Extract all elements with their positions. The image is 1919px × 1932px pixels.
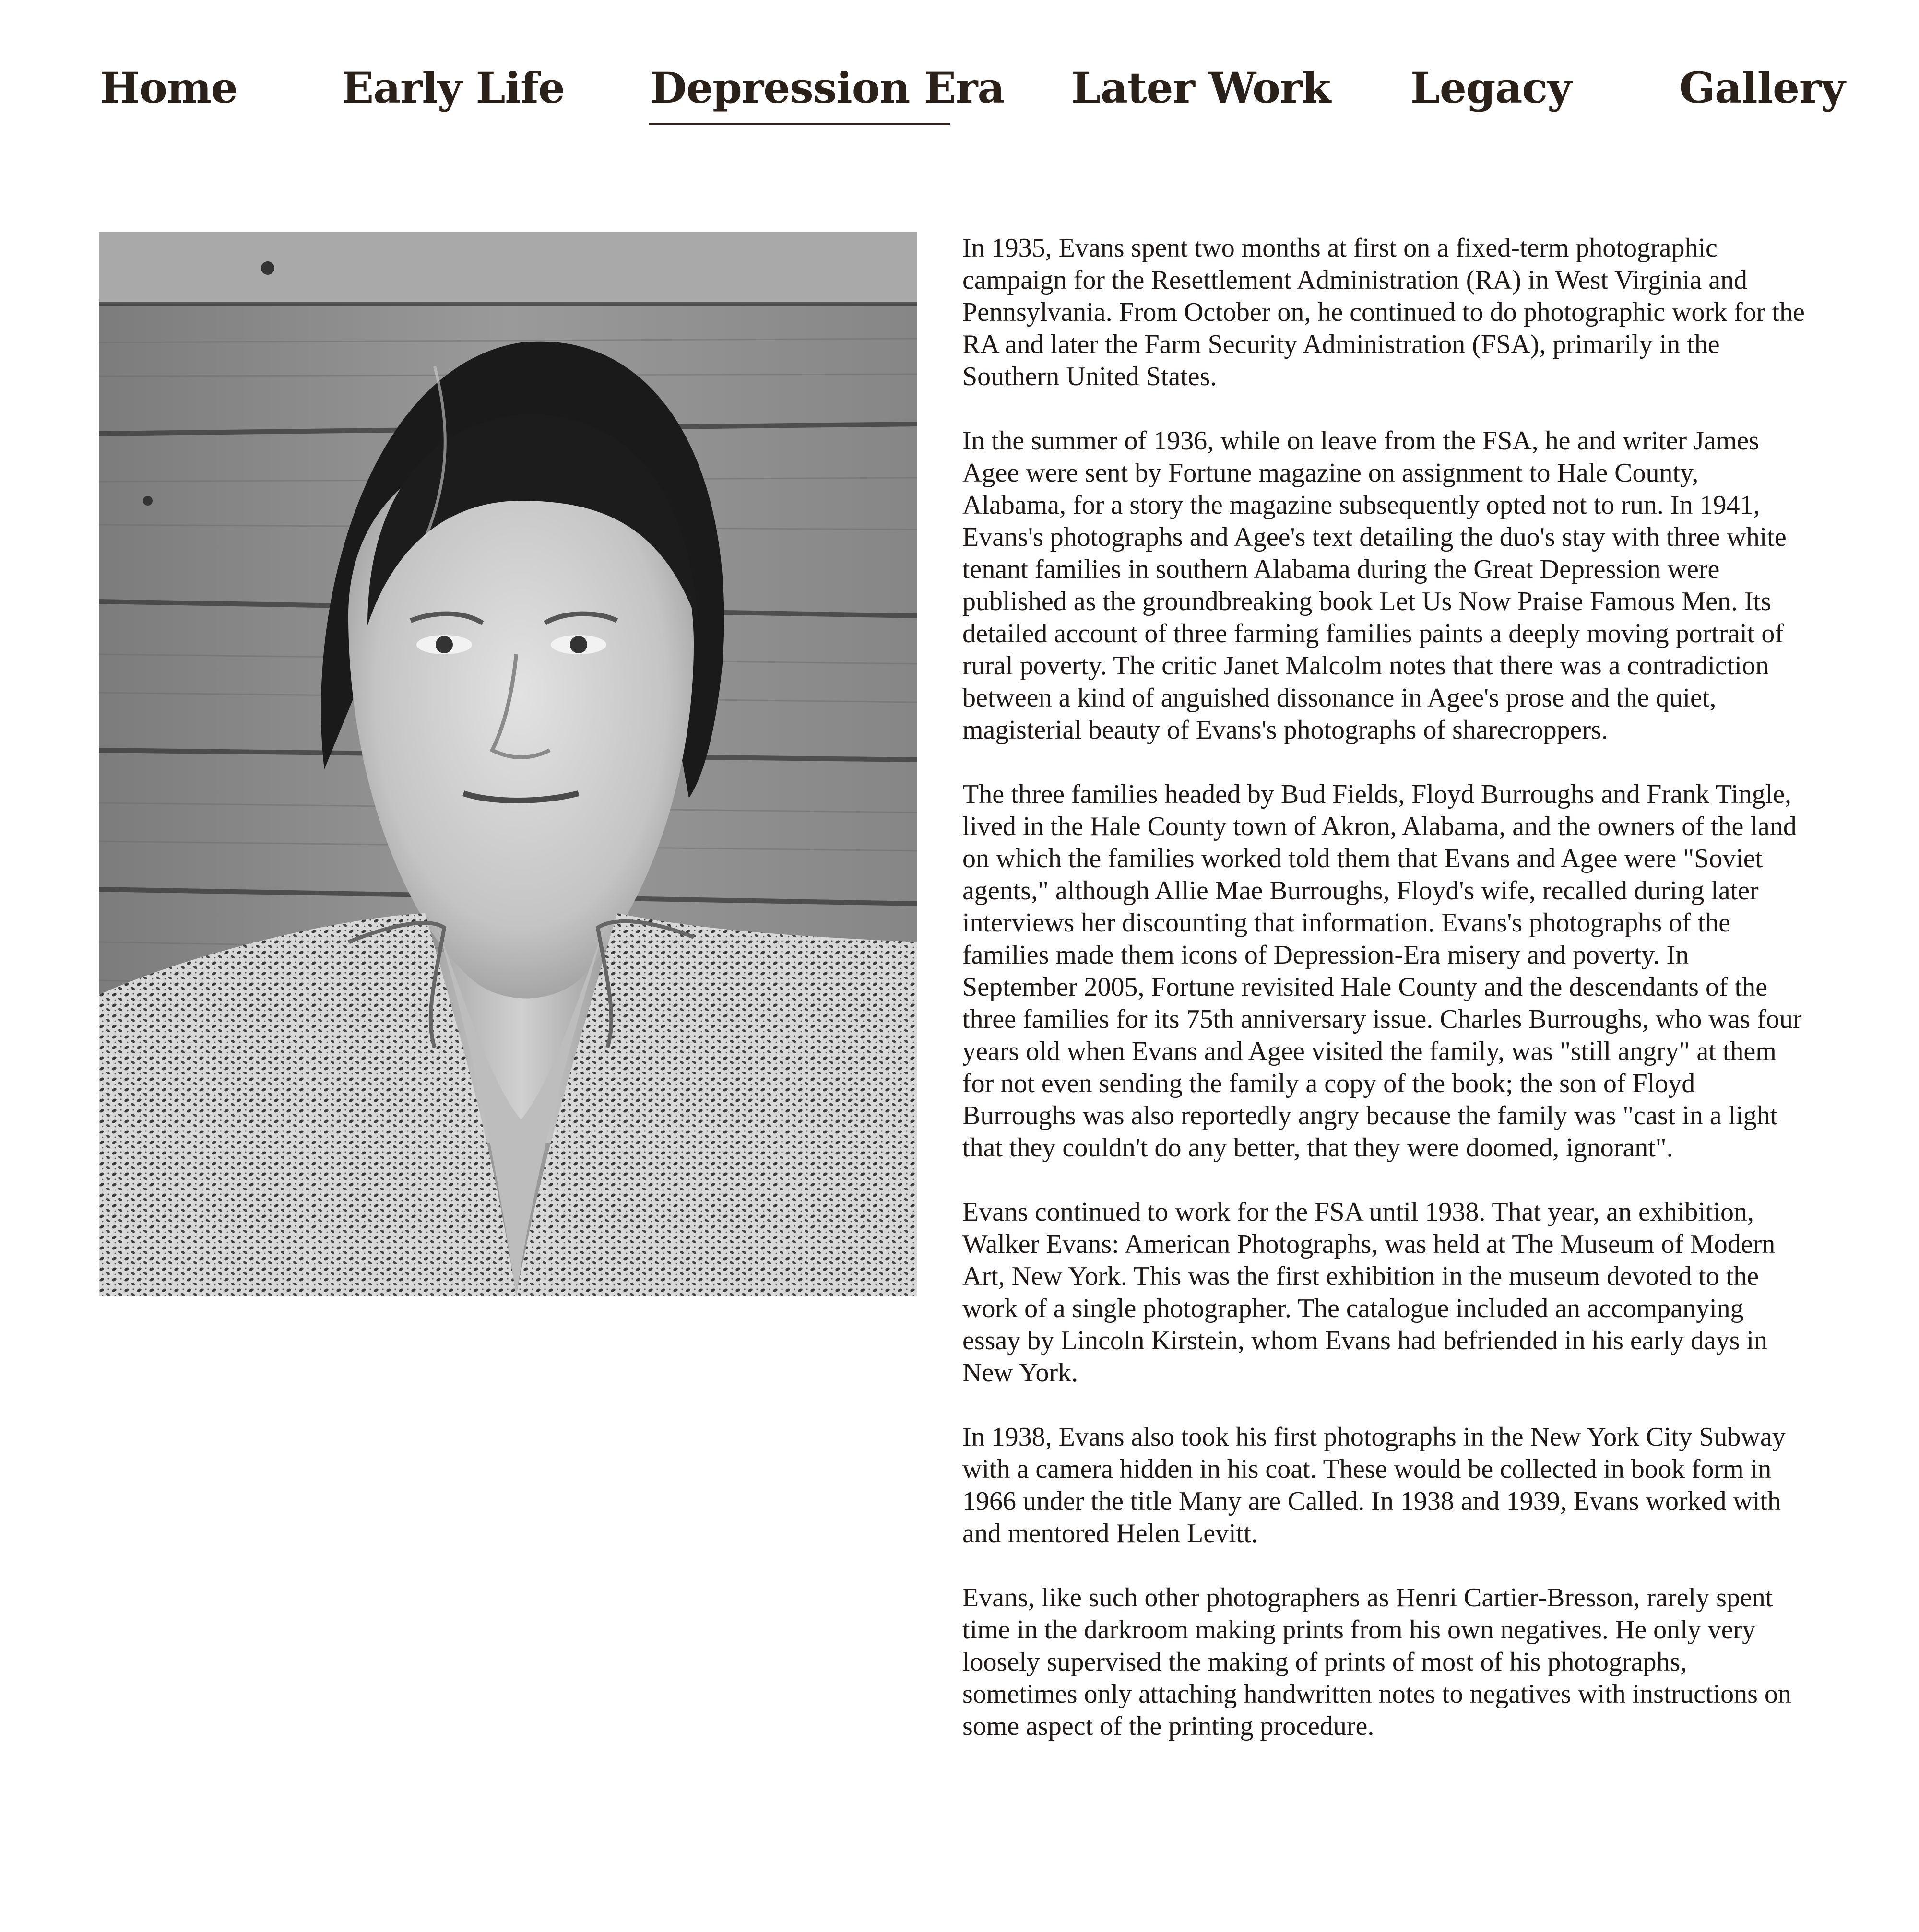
article-paragraph: The three families headed by Bud Fields,… [962, 779, 1802, 1163]
article-paragraph: Evans continued to work for the FSA unti… [962, 1197, 1776, 1388]
nav-item-home[interactable]: Home [100, 61, 238, 114]
article-paragraph: Evans, like such other photographers as … [962, 1583, 1791, 1741]
main-nav: Home Early Life Depression Era Later Wor… [0, 0, 1919, 144]
nav-item-early-life[interactable]: Early Life [342, 61, 565, 114]
article-paragraph: In 1938, Evans also took his first photo… [962, 1422, 1786, 1548]
article-paragraph: In 1935, Evans spent two months at first… [962, 233, 1805, 391]
article-paragraph: In the summer of 1936, while on leave fr… [962, 426, 1787, 745]
nav-item-legacy[interactable]: Legacy [1410, 61, 1572, 114]
active-nav-underline [649, 123, 950, 125]
nav-item-depression-era[interactable]: Depression Era [650, 61, 1005, 114]
nav-item-later-work[interactable]: Later Work [1071, 61, 1331, 114]
portrait-photo [99, 232, 917, 1296]
article-body: In 1935, Evans spent two months at first… [962, 232, 1807, 1743]
nav-item-gallery[interactable]: Gallery [1679, 61, 1846, 114]
